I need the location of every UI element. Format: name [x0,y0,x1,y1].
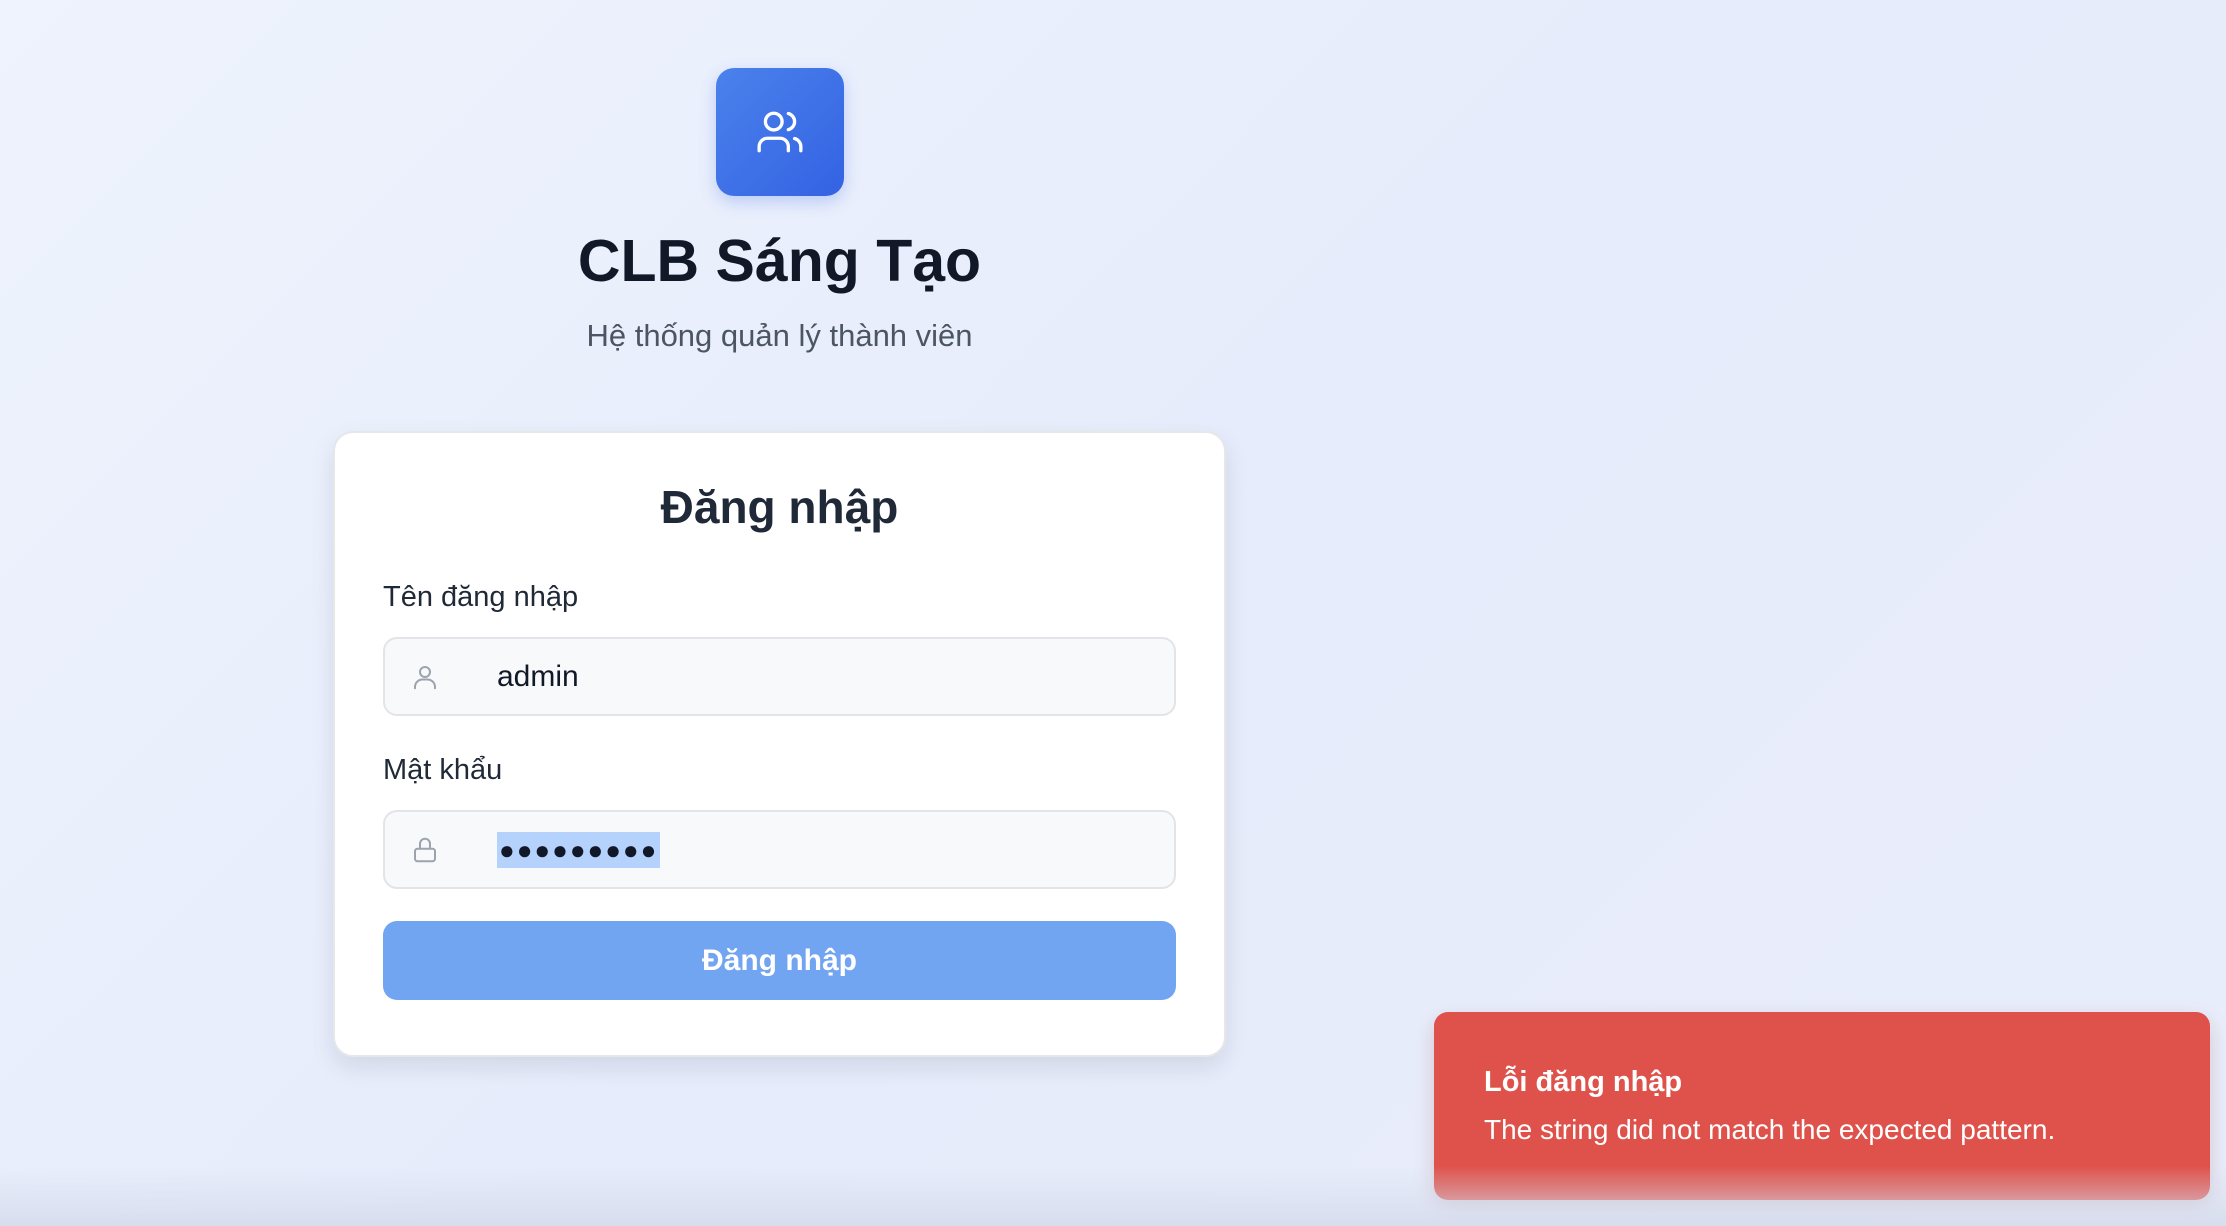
username-input[interactable]: admin [497,660,579,694]
toast-title: Lỗi đăng nhập [1484,1066,1683,1098]
toast-message: The string did not match the expected pa… [1484,1114,2056,1145]
password-field[interactable]: ●●●●●●●●● [383,810,1176,889]
password-input[interactable]: ●●●●●●●●● [497,831,661,868]
login-card: Đăng nhập Tên đăng nhập admin Mật khẩu ●… [333,431,1226,1057]
app-logo [715,68,844,196]
username-field[interactable]: admin [383,637,1176,716]
user-icon [409,661,441,693]
lock-icon [409,834,441,866]
brand-header: CLB Sáng Tạo Hệ thống quản lý thành viên [333,68,1226,354]
login-card-title: Đăng nhập [660,481,899,533]
app-title: CLB Sáng Tạo [577,228,982,294]
password-label: Mật khẩu [383,754,503,786]
bottom-shade [0,1166,2226,1226]
username-label: Tên đăng nhập [383,581,579,613]
users-icon [757,111,802,153]
login-submit-button[interactable]: Đăng nhập [383,921,1176,1000]
app-subtitle: Hệ thống quản lý thành viên [586,317,973,353]
